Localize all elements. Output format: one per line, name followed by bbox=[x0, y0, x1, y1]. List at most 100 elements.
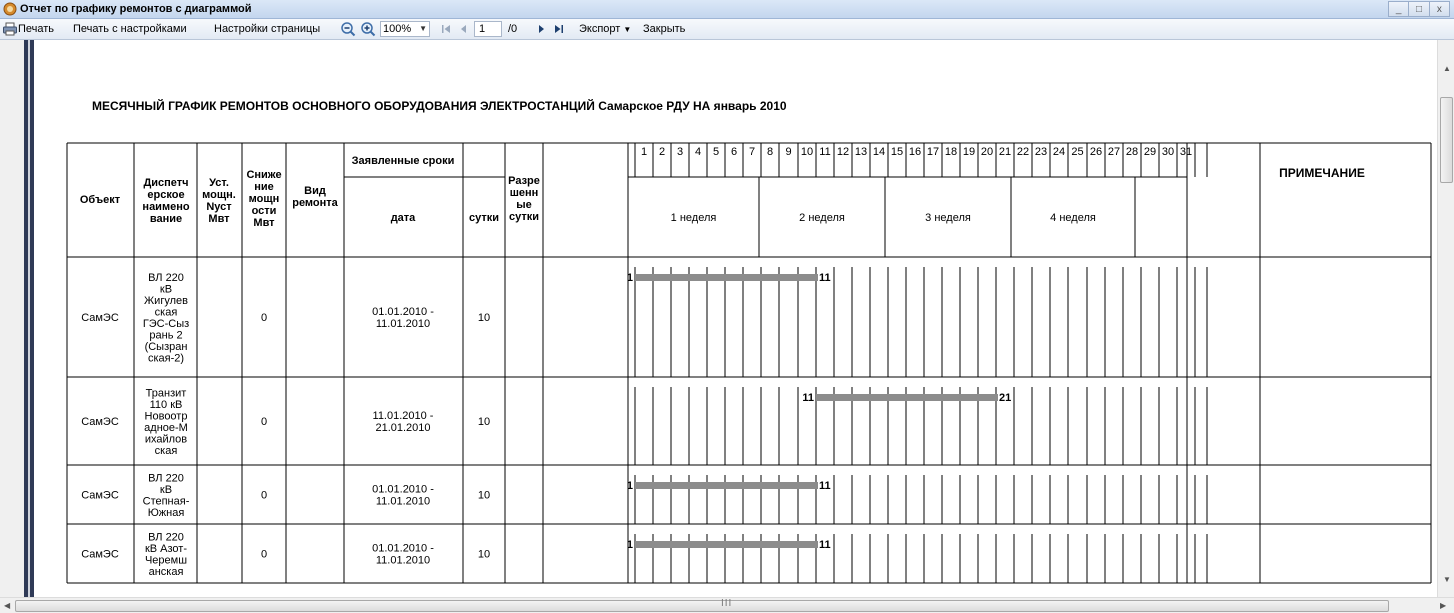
scroll-up-icon[interactable]: ▲ bbox=[1443, 64, 1451, 73]
zoom-select[interactable]: 100% ▼ bbox=[380, 21, 430, 37]
zoom-value: 100% bbox=[383, 23, 412, 35]
header-capacity: мощн. bbox=[202, 189, 236, 201]
page-number-input[interactable]: 1 bbox=[474, 21, 502, 37]
day-number: 1 bbox=[641, 146, 647, 158]
print-button[interactable]: Печать bbox=[18, 22, 54, 37]
day-number: 14 bbox=[873, 146, 885, 158]
report-toolbar: Печать Печать с настройками Настройки ст… bbox=[0, 19, 1454, 40]
chevron-down-icon: ▼ bbox=[419, 24, 427, 33]
row-reduction: 0 bbox=[261, 549, 267, 561]
header-repair-type: ремонта bbox=[292, 197, 338, 209]
row-date: 01.01.2010 - bbox=[372, 543, 434, 555]
header-dispatch-name: вание bbox=[150, 213, 182, 225]
day-number: 22 bbox=[1017, 146, 1029, 158]
row-dispatch-name: ВЛ 220 bbox=[148, 472, 184, 484]
row-date: 11.01.2010 bbox=[376, 555, 430, 567]
row-days: 10 bbox=[478, 490, 490, 502]
day-number: 17 bbox=[927, 146, 939, 158]
close-window-button[interactable]: x bbox=[1429, 1, 1450, 17]
zoom-out-icon[interactable] bbox=[340, 21, 356, 37]
header-allowed-days: сутки bbox=[509, 211, 539, 223]
day-number: 10 bbox=[801, 146, 813, 158]
day-number: 29 bbox=[1144, 146, 1156, 158]
window-titlebar: Отчет по графику ремонтов с диаграммой _… bbox=[0, 0, 1454, 19]
zoom-in-icon[interactable] bbox=[360, 21, 376, 37]
row-date: 11.01.2010 bbox=[376, 496, 430, 508]
header-reduction: Сниже bbox=[246, 169, 281, 181]
chevron-down-icon: ▼ bbox=[623, 25, 632, 34]
header-capacity: Nуст bbox=[206, 201, 232, 213]
scroll-down-icon[interactable]: ▼ bbox=[1443, 575, 1451, 584]
day-number: 15 bbox=[891, 146, 903, 158]
row-dispatch-name: кВ Азот- bbox=[145, 543, 187, 555]
header-dispatch-name: Диспетч bbox=[143, 177, 188, 189]
gantt-end-label: 11 bbox=[819, 539, 831, 551]
row-date: 11.01.2010 - bbox=[373, 410, 434, 422]
header-reduction: мощн bbox=[249, 193, 280, 205]
day-number: 30 bbox=[1162, 146, 1174, 158]
day-number: 11 bbox=[819, 146, 830, 158]
day-number: 13 bbox=[855, 146, 867, 158]
header-repair-type: Вид bbox=[304, 185, 326, 197]
header-declared-terms: Заявленные сроки bbox=[352, 155, 455, 167]
page-total-label: /0 bbox=[508, 23, 518, 35]
app-icon bbox=[3, 2, 17, 16]
day-number: 23 bbox=[1035, 146, 1047, 158]
header-days: сутки bbox=[469, 212, 499, 224]
header-dispatch-name: наимено bbox=[142, 201, 189, 213]
day-number: 16 bbox=[909, 146, 921, 158]
maximize-button[interactable]: □ bbox=[1409, 1, 1430, 17]
day-number: 31 bbox=[1180, 146, 1192, 158]
gantt-bar bbox=[635, 541, 818, 548]
header-capacity: Уст. bbox=[209, 177, 229, 189]
day-number: 21 bbox=[999, 146, 1011, 158]
page-settings-button[interactable]: Настройки страницы bbox=[214, 22, 320, 37]
day-number: 8 bbox=[767, 146, 773, 158]
vertical-scrollbar[interactable]: ▲ ▼ bbox=[1437, 40, 1454, 597]
row-reduction: 0 bbox=[261, 312, 267, 324]
row-dispatch-name: Черемш bbox=[145, 554, 187, 566]
print-icon[interactable] bbox=[2, 21, 18, 37]
gantt-start-label: 1 bbox=[627, 480, 633, 492]
day-number: 5 bbox=[713, 146, 719, 158]
day-number: 4 bbox=[695, 146, 701, 158]
scroll-left-icon[interactable]: ◀ bbox=[4, 601, 10, 610]
header-dispatch-name: ерское bbox=[147, 189, 184, 201]
row-object: СамЭС bbox=[81, 312, 119, 324]
week-label: 3 неделя bbox=[925, 212, 971, 224]
print-settings-button[interactable]: Печать с настройками bbox=[73, 22, 187, 37]
gantt-bar bbox=[816, 394, 998, 401]
row-dispatch-name: Южная bbox=[148, 507, 185, 519]
row-dispatch-name: анская bbox=[149, 566, 184, 578]
gantt-end-label: 11 bbox=[819, 480, 831, 492]
row-days: 10 bbox=[478, 312, 490, 324]
minimize-button[interactable]: _ bbox=[1388, 1, 1410, 17]
row-dispatch-name: (Сызран bbox=[145, 341, 188, 353]
vertical-scroll-thumb[interactable] bbox=[1440, 97, 1453, 183]
horizontal-scroll-thumb[interactable]: III bbox=[15, 598, 1389, 612]
row-dispatch-name: ская bbox=[155, 445, 178, 457]
row-dispatch-name: Транзит bbox=[146, 387, 187, 399]
export-menu[interactable]: Экспорт ▼ bbox=[579, 22, 631, 37]
export-label: Экспорт bbox=[579, 23, 621, 35]
day-number: 24 bbox=[1053, 146, 1065, 158]
row-date: 01.01.2010 - bbox=[372, 484, 434, 496]
row-dispatch-name: ская-2) bbox=[148, 352, 184, 364]
window-controls: _ □ x bbox=[1388, 1, 1450, 17]
row-date: 11.01.2010 bbox=[376, 318, 430, 330]
first-page-icon[interactable] bbox=[438, 21, 454, 37]
day-number: 12 bbox=[837, 146, 849, 158]
row-dispatch-name: 110 кВ bbox=[150, 399, 183, 411]
close-report-button[interactable]: Закрыть bbox=[643, 22, 685, 37]
row-reduction: 0 bbox=[261, 490, 267, 502]
horizontal-scrollbar[interactable]: ◀ III ▶ bbox=[0, 597, 1454, 613]
prev-page-icon[interactable] bbox=[456, 21, 472, 37]
day-number: 2 bbox=[659, 146, 665, 158]
next-page-icon[interactable] bbox=[533, 21, 549, 37]
scroll-right-icon[interactable]: ▶ bbox=[1440, 601, 1446, 610]
row-reduction: 0 bbox=[261, 416, 267, 428]
row-date: 01.01.2010 - bbox=[372, 306, 434, 318]
last-page-icon[interactable] bbox=[551, 21, 567, 37]
header-note: ПРИМЕЧАНИЕ bbox=[1279, 166, 1365, 180]
week-label: 4 неделя bbox=[1050, 212, 1096, 224]
